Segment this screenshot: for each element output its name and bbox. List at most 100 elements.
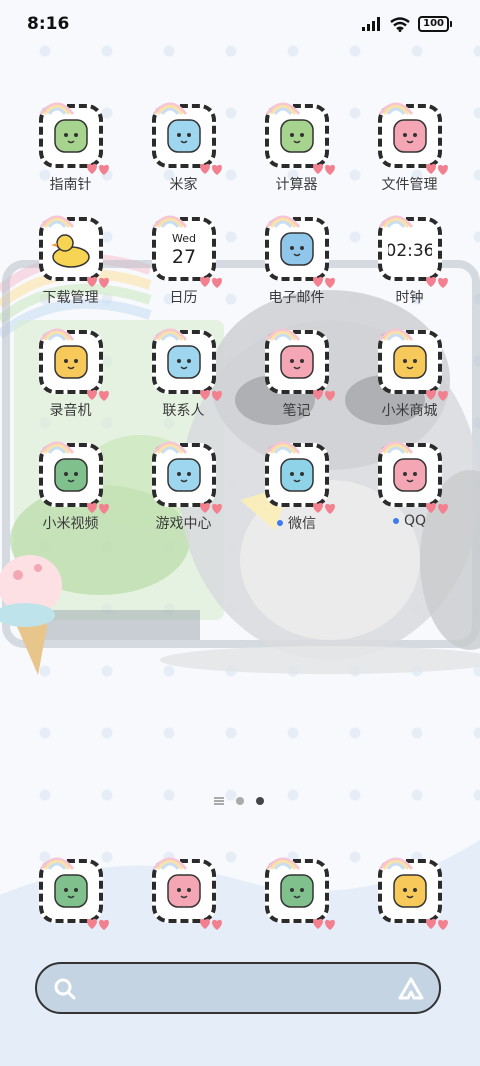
qq-icon[interactable] [377,441,448,514]
hearts-decoration-icon [86,276,109,288]
app-mijia[interactable]: 米家 [127,100,240,213]
app-email-bird[interactable]: 电子邮件 [240,213,353,326]
game-center-icon[interactable] [151,441,222,514]
app-mi-video[interactable]: 小米视频 [14,439,127,552]
messages-icon[interactable] [264,857,335,930]
mijia-icon[interactable] [151,102,222,175]
app-label: 指南针 [49,177,92,193]
hearts-decoration-icon [86,502,109,514]
rainbow-decoration-icon [265,102,300,115]
hearts-decoration-icon [312,276,335,288]
file-manager-icon[interactable] [377,102,448,175]
hearts-decoration-icon [199,502,222,514]
app-clock[interactable]: 02:36 时钟 [353,213,466,326]
app-wechat[interactable]: 微信 [240,439,353,552]
hearts-decoration-icon [86,163,109,175]
rainbow-decoration-icon [152,328,187,341]
hearts-decoration-icon [312,502,335,514]
calculator-icon[interactable] [264,102,335,175]
app-drawer-indicator-icon[interactable] [214,797,224,805]
hearts-decoration-icon [425,276,448,288]
mi-video-icon[interactable] [38,441,109,514]
rainbow-decoration-icon [152,857,187,870]
app-label: 笔记 [282,403,311,419]
page-dot-1[interactable] [236,797,244,805]
app-label: 日历 [169,290,198,306]
app-file-manager[interactable]: 文件管理 [353,100,466,213]
page-dot-2[interactable] [256,797,264,805]
calendar-day: Wed [172,232,196,245]
battery-icon: 100 [418,16,452,32]
app-game-center[interactable]: 游戏中心 [127,439,240,552]
status-time: 8:16 [27,14,70,34]
rainbow-decoration-icon [378,857,413,870]
rainbow-decoration-icon [152,215,187,228]
app-calculator[interactable]: 计算器 [240,100,353,213]
dock [14,855,466,930]
dock-app-messages[interactable] [240,855,353,930]
app-download-duck[interactable]: 下载管理 [14,213,127,326]
contacts-icon[interactable] [151,328,222,401]
app-label: 计算器 [275,177,318,193]
hearts-decoration-icon [199,163,222,175]
calendar-icon[interactable]: Wed 27 [151,215,222,288]
hearts-decoration-icon [86,389,109,401]
app-label: 录音机 [49,403,92,419]
email-bird-icon[interactable] [264,215,335,288]
search-bar[interactable] [35,962,441,1014]
browser-planet-icon[interactable] [151,857,222,930]
app-compass[interactable]: 指南针 [14,100,127,213]
app-mi-store[interactable]: 小米商城 [353,326,466,439]
rainbow-decoration-icon [378,102,413,115]
notification-dot [277,520,283,526]
clock-icon[interactable]: 02:36 [377,215,448,288]
app-label: 小米视频 [42,516,99,532]
app-label: 电子邮件 [268,290,325,306]
mi-store-icon[interactable] [377,328,448,401]
rainbow-decoration-icon [378,215,413,228]
hearts-decoration-icon [312,389,335,401]
clock-time: 02:36 [388,241,432,261]
dock-app-browser-planet[interactable] [127,855,240,930]
app-calendar[interactable]: Wed 27 日历 [127,213,240,326]
rainbow-decoration-icon [265,215,300,228]
app-qq[interactable]: QQ [353,439,466,552]
battery-level: 100 [418,16,449,32]
search-icon[interactable] [53,977,77,1001]
download-duck-icon[interactable] [38,215,109,288]
rainbow-decoration-icon [39,441,74,454]
hearts-decoration-icon [199,389,222,401]
app-notes[interactable]: 笔记 [240,326,353,439]
hearts-decoration-icon [425,163,448,175]
notification-dot [392,518,399,524]
phone-icon[interactable] [38,857,109,930]
home-app-grid: 指南针 米家 计算器 文件管理 下载管理 Wed 27 日历 电子邮件 02:3… [14,100,466,552]
rainbow-decoration-icon [39,328,74,341]
status-bar: 8:16 100 [0,0,480,52]
hearts-decoration-icon [425,918,448,930]
dock-app-camera-cat[interactable] [353,855,466,930]
hearts-decoration-icon [86,918,109,930]
rainbow-decoration-icon [39,857,74,870]
rainbow-decoration-icon [265,441,300,454]
app-recorder[interactable]: 录音机 [14,326,127,439]
rainbow-decoration-icon [378,328,413,341]
recorder-icon[interactable] [38,328,109,401]
assistant-icon[interactable] [397,976,425,1002]
hearts-decoration-icon [425,389,448,401]
hearts-decoration-icon [199,918,222,930]
app-label: QQ [392,513,426,529]
signal-icon [362,17,381,31]
page-indicator[interactable] [214,797,264,805]
wechat-icon[interactable] [264,441,335,514]
rainbow-decoration-icon [152,441,187,454]
notes-icon[interactable] [264,328,335,401]
compass-icon[interactable] [38,102,109,175]
app-label: 米家 [169,177,198,193]
search-input[interactable] [87,974,391,1004]
app-label: 微信 [277,513,316,533]
hearts-decoration-icon [199,276,222,288]
dock-app-phone[interactable] [14,855,127,930]
app-contacts[interactable]: 联系人 [127,326,240,439]
camera-cat-icon[interactable] [377,857,448,930]
